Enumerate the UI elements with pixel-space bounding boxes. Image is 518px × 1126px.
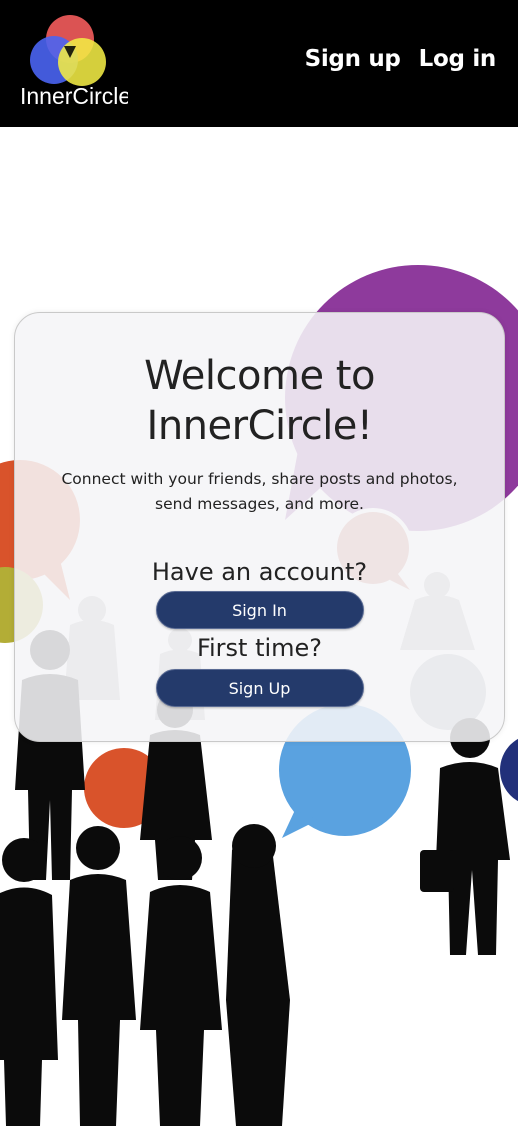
welcome-card: Welcome to InnerCircle! Connect with you… [14, 312, 505, 742]
top-navbar: InnerCircle Sign up Log in [0, 0, 518, 127]
sign-in-button[interactable]: Sign In [155, 591, 364, 629]
welcome-description-line1: Connect with your friends, share posts a… [61, 470, 458, 488]
venn-circles-logo-icon: InnerCircle [20, 15, 128, 109]
welcome-title-line2: InnerCircle! [146, 403, 373, 449]
logo-wordmark: InnerCircle [20, 83, 128, 109]
have-account-label: Have an account? [151, 558, 368, 586]
welcome-description: Connect with your friends, share posts a… [50, 467, 470, 517]
welcome-title-line1: Welcome to [144, 353, 375, 399]
welcome-title: Welcome to InnerCircle! [15, 351, 504, 451]
first-time-label: First time? [196, 634, 323, 662]
nav-login-link[interactable]: Log in [419, 46, 497, 72]
welcome-description-line2: send messages, and more. [155, 495, 364, 513]
innercircle-logo[interactable]: InnerCircle [18, 12, 128, 112]
nav-links: Sign up Log in [305, 46, 497, 72]
sign-up-button[interactable]: Sign Up [155, 669, 364, 707]
speech-bubble-navy [500, 738, 518, 802]
nav-signup-link[interactable]: Sign up [305, 46, 401, 72]
